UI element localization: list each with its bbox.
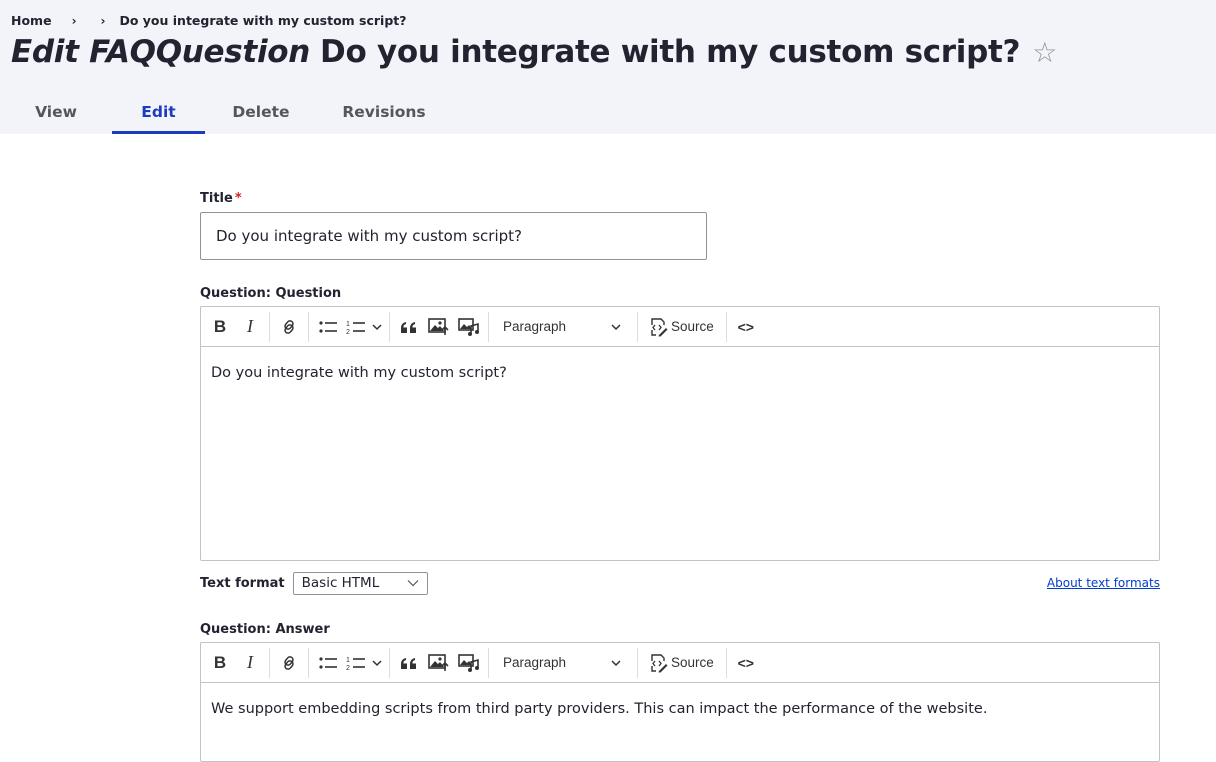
insert-media-button[interactable] [454, 648, 484, 678]
link-button[interactable] [274, 648, 304, 678]
required-marker: * [234, 191, 242, 206]
title-label: Title * [200, 191, 242, 207]
bulleted-list-button[interactable] [313, 312, 343, 342]
source-button-label: Source [671, 319, 714, 334]
source-button[interactable]: Source [642, 312, 722, 342]
text-format-value: Basic HTML [301, 575, 380, 591]
bold-button[interactable]: B [205, 312, 235, 342]
breadcrumb-home-link[interactable]: Home [11, 13, 52, 28]
editor-toolbar: B I 12 Paragraph Source <> [201, 307, 1159, 347]
toolbar-separator [308, 311, 309, 342]
toolbar-separator [389, 311, 390, 342]
page-header: Home › › Do you integrate with my custom… [0, 0, 1216, 134]
heading-dropdown[interactable]: Paragraph [493, 312, 633, 342]
tab-edit[interactable]: Edit [112, 90, 205, 134]
list-style-dropdown[interactable] [369, 312, 385, 342]
breadcrumb-current: Do you integrate with my custom script? [119, 13, 407, 28]
bulleted-list-icon [319, 656, 337, 669]
svg-text:2: 2 [346, 665, 350, 671]
code-button[interactable]: <> [731, 312, 761, 342]
toolbar-separator [725, 311, 727, 342]
blockquote-icon [401, 321, 416, 333]
list-style-dropdown[interactable] [369, 648, 385, 678]
svg-text:2: 2 [346, 329, 350, 335]
breadcrumb-separator: › [71, 13, 77, 28]
page-title-name: Do you integrate with my custom script? [320, 34, 1021, 70]
editor-toolbar: B I 12 Paragraph Source <> [201, 643, 1159, 683]
toolbar-separator [637, 647, 638, 678]
blockquote-button[interactable] [394, 648, 424, 678]
toolbar-separator [269, 647, 270, 678]
numbered-list-button[interactable]: 12 [343, 312, 369, 342]
text-format-row: Text format Basic HTML About text format… [200, 571, 1160, 595]
source-edit-icon [651, 653, 668, 672]
link-icon [284, 655, 294, 670]
toolbar-separator [389, 647, 390, 678]
blockquote-icon [401, 657, 416, 669]
tab-delete[interactable]: Delete [205, 90, 317, 134]
toolbar-separator [269, 311, 270, 342]
source-edit-icon [651, 317, 668, 336]
svg-text:1: 1 [346, 657, 350, 664]
insert-image-button[interactable] [424, 648, 454, 678]
insert-image-button[interactable] [424, 312, 454, 342]
tab-revisions[interactable]: Revisions [317, 90, 451, 134]
numbered-list-button[interactable]: 12 [343, 648, 369, 678]
chevron-down-icon [407, 580, 419, 587]
chevron-down-icon [372, 659, 382, 666]
image-upload-icon [428, 653, 449, 671]
about-text-formats-link[interactable]: About text formats [1047, 576, 1160, 590]
toolbar-separator [308, 647, 309, 678]
blockquote-button[interactable] [394, 312, 424, 342]
media-icon [458, 317, 479, 336]
numbered-list-icon: 12 [346, 657, 365, 671]
source-button-label: Source [671, 655, 714, 670]
chevron-down-icon [611, 323, 621, 330]
bulleted-list-button[interactable] [313, 648, 343, 678]
answer-editor: B I 12 Paragraph Source <> We support em… [200, 642, 1160, 762]
heading-dropdown[interactable]: Paragraph [493, 648, 633, 678]
insert-media-button[interactable] [454, 312, 484, 342]
page-title: Edit FAQQuestion Do you integrate with m… [11, 34, 1057, 70]
toolbar-separator [725, 647, 727, 678]
code-button[interactable]: <> [731, 648, 761, 678]
breadcrumb: Home › › Do you integrate with my custom… [11, 13, 407, 28]
heading-dropdown-value: Paragraph [503, 319, 567, 334]
numbered-list-icon: 12 [346, 321, 365, 335]
toolbar-separator [637, 311, 638, 342]
breadcrumb-separator: › [100, 13, 106, 28]
star-icon[interactable]: ☆ [1032, 36, 1057, 69]
source-button[interactable]: Source [642, 648, 722, 678]
chevron-down-icon [372, 323, 382, 330]
link-button[interactable] [274, 312, 304, 342]
text-format-label: Text format [200, 575, 285, 591]
question-editor-content[interactable]: Do you integrate with my custom script? [201, 347, 1159, 560]
primary-tabs: View Edit Delete Revisions [0, 90, 451, 134]
page-title-prefix: Edit FAQQuestion [11, 34, 311, 70]
question-label: Question: Question [200, 286, 342, 301]
toolbar-separator [488, 647, 489, 678]
bold-button[interactable]: B [205, 648, 235, 678]
title-input[interactable] [200, 212, 707, 260]
chevron-down-icon [611, 659, 621, 666]
heading-dropdown-value: Paragraph [503, 655, 567, 670]
tab-view[interactable]: View [0, 90, 112, 134]
italic-button[interactable]: I [235, 312, 265, 342]
toolbar-separator [488, 311, 489, 342]
answer-label: Question: Answer [200, 622, 330, 637]
text-format-select[interactable]: Basic HTML [292, 571, 428, 595]
bulleted-list-icon [319, 320, 337, 333]
svg-text:1: 1 [346, 321, 350, 328]
question-editor: B I 12 Paragraph Source <> Do you integr… [200, 306, 1160, 561]
media-icon [458, 653, 479, 672]
italic-button[interactable]: I [235, 648, 265, 678]
link-icon [284, 319, 294, 334]
title-label-text: Title [200, 191, 233, 206]
answer-editor-content[interactable]: We support embedding scripts from third … [201, 683, 1159, 735]
image-upload-icon [428, 317, 449, 335]
